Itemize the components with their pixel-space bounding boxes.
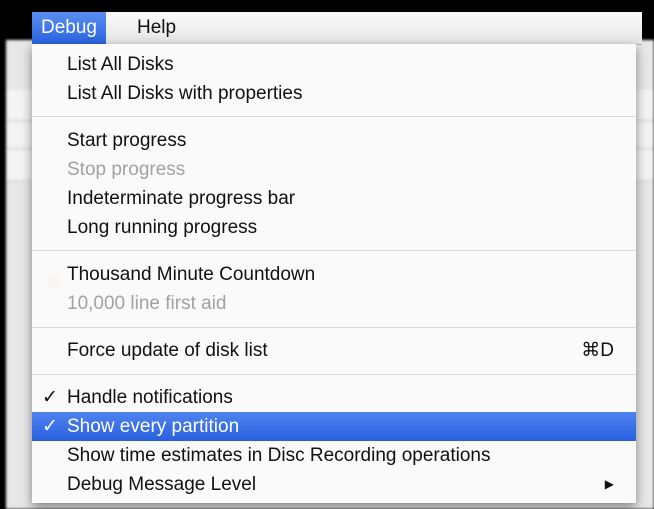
menu-item-long-running-progress[interactable]: Long running progress [32,213,636,242]
menu-item-start-progress[interactable]: Start progress [32,126,636,155]
menu-item-label: List All Disks [67,54,174,75]
menu-item-label: List All Disks with properties [67,83,303,104]
menu-help[interactable]: Help [128,12,185,44]
menu-item-label: Long running progress [67,217,258,238]
menu-separator [32,116,636,117]
menu-item-label: Show every partition [67,416,240,437]
submenu-arrow-icon: ▶ [604,477,614,491]
menu-bar: Debug Help [32,12,642,45]
menu-item-handle-notifications[interactable]: ✓ Handle notifications [32,383,636,412]
menu-item-show-time-estimates[interactable]: Show time estimates in Disc Recording op… [32,441,636,470]
menu-item-label: Handle notifications [67,387,233,408]
menu-item-list-all-disks[interactable]: List All Disks [32,50,636,79]
menu-item-show-every-partition[interactable]: ✓ Show every partition [32,412,636,441]
menu-separator [32,250,636,251]
menu-item-list-all-disks-with-properties[interactable]: List All Disks with properties [32,79,636,108]
menu-item-label: Debug Message Level [67,474,257,495]
menu-item-10000-line-first-aid: 10,000 line first aid [32,289,636,318]
menu-item-force-update-disk-list[interactable]: Force update of disk list ⌘D [32,336,636,365]
menu-item-label: Thousand Minute Countdown [67,264,316,285]
menu-item-label: Force update of disk list [67,340,268,361]
menu-item-label: Indeterminate progress bar [67,188,296,209]
menu-item-label: 10,000 line first aid [67,293,227,314]
debug-menu: List All Disks List All Disks with prope… [32,44,636,503]
menu-debug[interactable]: Debug [32,12,106,44]
menu-item-debug-message-level[interactable]: Debug Message Level ▶ [32,470,636,499]
menu-item-label: Stop progress [67,159,186,180]
menu-item-label: Start progress [67,130,187,151]
menu-separator [32,374,636,375]
checkmark-icon: ✓ [42,387,58,408]
menu-item-indeterminate-progress-bar[interactable]: Indeterminate progress bar [32,184,636,213]
menu-item-stop-progress: Stop progress [32,155,636,184]
menu-item-label: Show time estimates in Disc Recording op… [67,445,491,466]
keyboard-shortcut: ⌘D [581,340,614,361]
menu-item-thousand-minute-countdown[interactable]: Thousand Minute Countdown [32,260,636,289]
checkmark-icon: ✓ [42,416,58,437]
menu-separator [32,327,636,328]
